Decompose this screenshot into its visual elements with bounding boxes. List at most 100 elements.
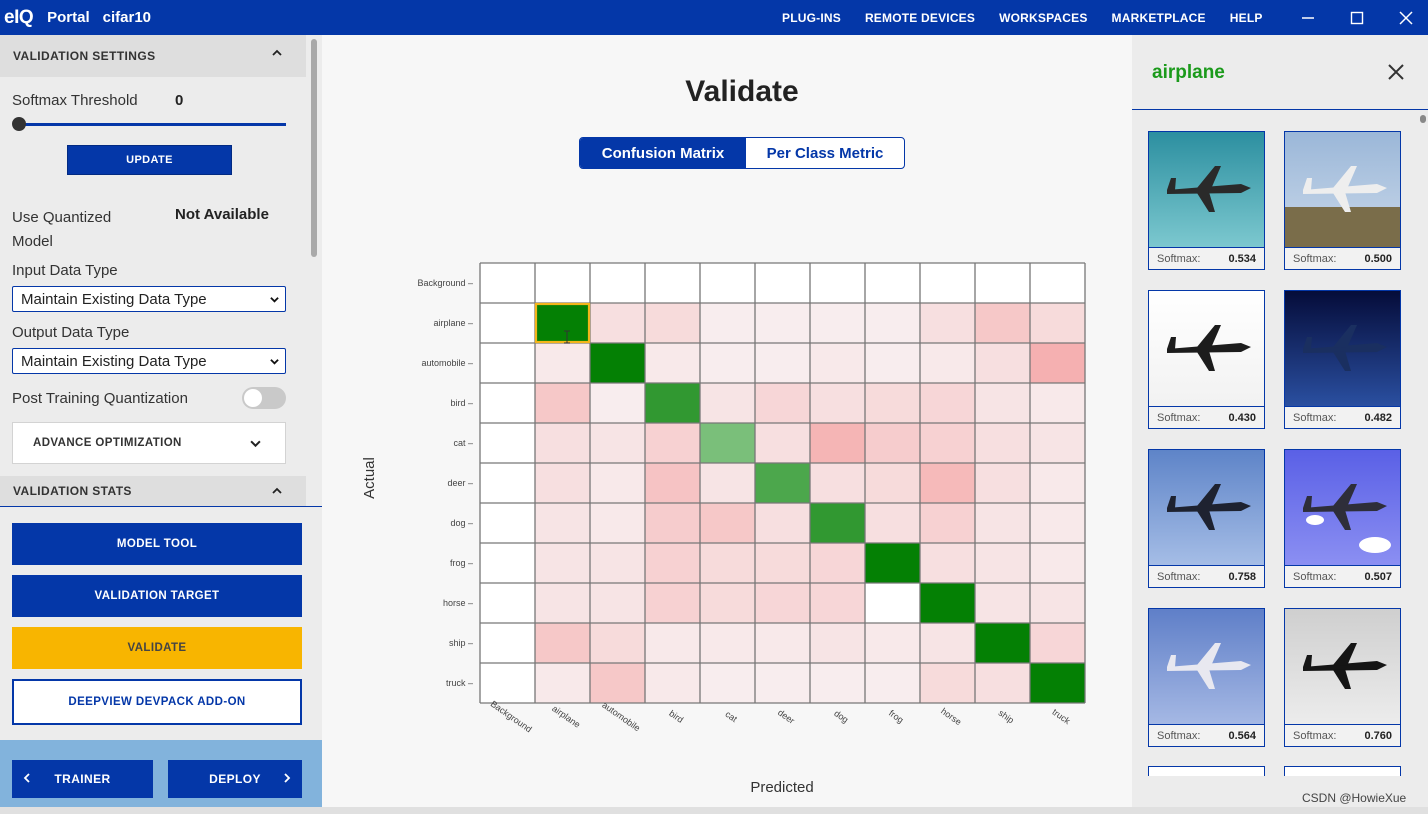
matrix-cell-airplane-horse[interactable] bbox=[920, 303, 975, 343]
matrix-cell-automobile-ship[interactable] bbox=[975, 343, 1030, 383]
matrix-cell-automobile-automobile[interactable] bbox=[590, 343, 645, 383]
matrix-cell-automobile-frog[interactable] bbox=[865, 343, 920, 383]
matrix-cell-bird-automobile[interactable] bbox=[590, 383, 645, 423]
matrix-cell-dog-truck[interactable] bbox=[1030, 503, 1085, 543]
matrix-cell-bird-cat[interactable] bbox=[700, 383, 755, 423]
close-icon[interactable] bbox=[1386, 62, 1406, 82]
matrix-cell-horse-horse[interactable] bbox=[920, 583, 975, 623]
matrix-cell-dog-deer[interactable] bbox=[755, 503, 810, 543]
output-data-type-select[interactable]: Maintain Existing Data Type bbox=[12, 348, 286, 374]
matrix-cell-automobile-deer[interactable] bbox=[755, 343, 810, 383]
matrix-cell-cat-truck[interactable] bbox=[1030, 423, 1085, 463]
matrix-cell-truck-truck[interactable] bbox=[1030, 663, 1085, 703]
left-panel-scrollbar[interactable] bbox=[311, 39, 317, 257]
sample-card[interactable]: Softmax: 0.507 bbox=[1284, 449, 1401, 588]
matrix-cell-Background-horse[interactable] bbox=[920, 263, 975, 303]
matrix-cell-horse-airplane[interactable] bbox=[535, 583, 590, 623]
matrix-cell-truck-ship[interactable] bbox=[975, 663, 1030, 703]
matrix-cell-automobile-dog[interactable] bbox=[810, 343, 865, 383]
matrix-cell-deer-ship[interactable] bbox=[975, 463, 1030, 503]
matrix-cell-horse-Background[interactable] bbox=[480, 583, 535, 623]
matrix-cell-cat-dog[interactable] bbox=[810, 423, 865, 463]
matrix-cell-truck-airplane[interactable] bbox=[535, 663, 590, 703]
trainer-button[interactable]: TRAINER bbox=[12, 760, 153, 798]
matrix-cell-dog-ship[interactable] bbox=[975, 503, 1030, 543]
matrix-cell-bird-bird[interactable] bbox=[645, 383, 700, 423]
sample-card[interactable]: Softmax: 0.758 bbox=[1148, 449, 1265, 588]
matrix-cell-Background-ship[interactable] bbox=[975, 263, 1030, 303]
matrix-cell-truck-bird[interactable] bbox=[645, 663, 700, 703]
validation-target-button[interactable]: VALIDATION TARGET bbox=[12, 575, 302, 617]
tab-per-class-metric[interactable]: Per Class Metric bbox=[746, 138, 904, 168]
deepview-devpack-button[interactable]: DEEPVIEW DEVPACK ADD-ON bbox=[12, 679, 302, 725]
matrix-cell-automobile-truck[interactable] bbox=[1030, 343, 1085, 383]
matrix-cell-bird-frog[interactable] bbox=[865, 383, 920, 423]
sample-card[interactable]: Softmax: 0.500 bbox=[1284, 131, 1401, 270]
matrix-cell-dog-airplane[interactable] bbox=[535, 503, 590, 543]
close-icon[interactable] bbox=[1386, 0, 1426, 35]
matrix-cell-frog-deer[interactable] bbox=[755, 543, 810, 583]
matrix-cell-dog-automobile[interactable] bbox=[590, 503, 645, 543]
matrix-cell-deer-truck[interactable] bbox=[1030, 463, 1085, 503]
matrix-cell-airplane-airplane[interactable] bbox=[535, 303, 590, 343]
matrix-cell-frog-horse[interactable] bbox=[920, 543, 975, 583]
matrix-cell-horse-truck[interactable] bbox=[1030, 583, 1085, 623]
matrix-cell-frog-dog[interactable] bbox=[810, 543, 865, 583]
matrix-cell-truck-frog[interactable] bbox=[865, 663, 920, 703]
matrix-cell-Background-dog[interactable] bbox=[810, 263, 865, 303]
matrix-cell-frog-Background[interactable] bbox=[480, 543, 535, 583]
matrix-cell-dog-dog[interactable] bbox=[810, 503, 865, 543]
matrix-cell-truck-dog[interactable] bbox=[810, 663, 865, 703]
matrix-cell-airplane-Background[interactable] bbox=[480, 303, 535, 343]
nav-marketplace[interactable]: MARKETPLACE bbox=[1112, 11, 1206, 25]
matrix-cell-cat-airplane[interactable] bbox=[535, 423, 590, 463]
matrix-cell-truck-horse[interactable] bbox=[920, 663, 975, 703]
advance-optimization-dropdown[interactable]: ADVANCE OPTIMIZATION bbox=[12, 422, 286, 464]
matrix-cell-Background-frog[interactable] bbox=[865, 263, 920, 303]
matrix-cell-airplane-dog[interactable] bbox=[810, 303, 865, 343]
matrix-cell-horse-automobile[interactable] bbox=[590, 583, 645, 623]
validate-button[interactable]: VALIDATE bbox=[12, 627, 302, 669]
matrix-cell-cat-ship[interactable] bbox=[975, 423, 1030, 463]
matrix-cell-frog-frog[interactable] bbox=[865, 543, 920, 583]
matrix-cell-bird-truck[interactable] bbox=[1030, 383, 1085, 423]
model-tool-button[interactable]: MODEL TOOL bbox=[12, 523, 302, 565]
deploy-button[interactable]: DEPLOY bbox=[168, 760, 302, 798]
matrix-cell-automobile-bird[interactable] bbox=[645, 343, 700, 383]
matrix-cell-Background-truck[interactable] bbox=[1030, 263, 1085, 303]
matrix-cell-cat-cat[interactable] bbox=[700, 423, 755, 463]
nav-help[interactable]: HELP bbox=[1230, 11, 1263, 25]
matrix-cell-bird-airplane[interactable] bbox=[535, 383, 590, 423]
softmax-slider-track[interactable] bbox=[18, 123, 286, 126]
matrix-cell-truck-deer[interactable] bbox=[755, 663, 810, 703]
softmax-slider-handle[interactable] bbox=[12, 117, 26, 131]
matrix-cell-automobile-Background[interactable] bbox=[480, 343, 535, 383]
minimize-icon[interactable] bbox=[1288, 0, 1328, 35]
matrix-cell-deer-automobile[interactable] bbox=[590, 463, 645, 503]
maximize-icon[interactable] bbox=[1337, 0, 1377, 35]
matrix-cell-cat-frog[interactable] bbox=[865, 423, 920, 463]
matrix-cell-bird-horse[interactable] bbox=[920, 383, 975, 423]
nav-plugins[interactable]: PLUG-INS bbox=[782, 11, 841, 25]
matrix-cell-frog-truck[interactable] bbox=[1030, 543, 1085, 583]
matrix-cell-dog-frog[interactable] bbox=[865, 503, 920, 543]
validation-stats-header[interactable]: VALIDATION STATS bbox=[0, 476, 306, 506]
matrix-cell-deer-airplane[interactable] bbox=[535, 463, 590, 503]
chevron-up-icon[interactable] bbox=[272, 486, 282, 496]
matrix-cell-ship-dog[interactable] bbox=[810, 623, 865, 663]
project-name[interactable]: cifar10 bbox=[103, 9, 151, 26]
update-button[interactable]: UPDATE bbox=[67, 145, 232, 175]
matrix-cell-ship-Background[interactable] bbox=[480, 623, 535, 663]
chevron-up-icon[interactable] bbox=[272, 48, 282, 58]
sample-card[interactable]: Softmax: 0.430 bbox=[1148, 290, 1265, 429]
matrix-cell-airplane-ship[interactable] bbox=[975, 303, 1030, 343]
matrix-cell-ship-automobile[interactable] bbox=[590, 623, 645, 663]
matrix-cell-Background-bird[interactable] bbox=[645, 263, 700, 303]
matrix-cell-deer-cat[interactable] bbox=[700, 463, 755, 503]
matrix-cell-ship-airplane[interactable] bbox=[535, 623, 590, 663]
nav-workspaces[interactable]: WORKSPACES bbox=[999, 11, 1087, 25]
matrix-cell-airplane-bird[interactable] bbox=[645, 303, 700, 343]
matrix-cell-frog-cat[interactable] bbox=[700, 543, 755, 583]
matrix-cell-Background-deer[interactable] bbox=[755, 263, 810, 303]
matrix-cell-dog-horse[interactable] bbox=[920, 503, 975, 543]
